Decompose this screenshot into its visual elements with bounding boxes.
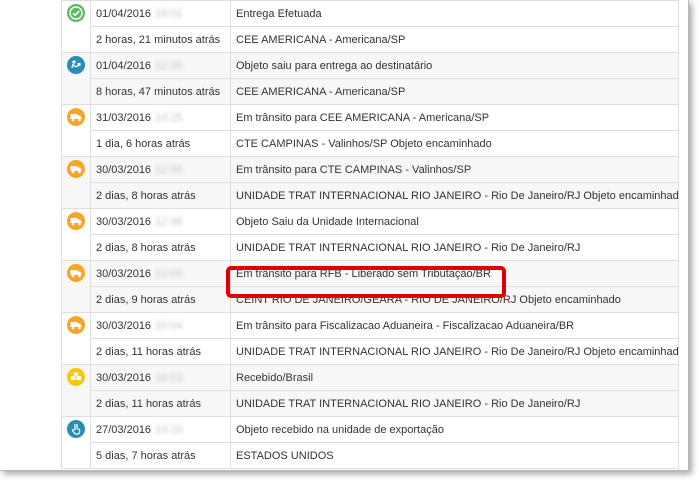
event-relative-time: 2 dias, 8 horas atrás (90, 234, 231, 261)
truck-icon (67, 316, 85, 334)
event-location: UNIDADE TRAT INTERNACIONAL RIO JANEIRO -… (230, 234, 679, 261)
check-icon (67, 4, 85, 22)
event-detail-row: 2 dias, 11 horas atrás UNIDADE TRAT INTER… (62, 338, 679, 365)
event-detail-row: 8 horas, 47 minutos atrás CEE AMERICANA -… (62, 78, 679, 105)
event-date: 30/03/2016 10:04 (90, 312, 231, 339)
event-location: UNIDADE TRAT INTERNACIONAL RIO JANEIRO -… (230, 338, 679, 365)
event-location: ESTADOS UNIDOS (230, 442, 679, 469)
event-icon-cell (61, 52, 91, 105)
truck-icon (67, 264, 85, 282)
event-status: Em trânsito para RFB - Liberado sem Trib… (230, 260, 679, 287)
event-icon-cell (61, 156, 91, 209)
event-location: CEE AMERICANA - Americana/SP (230, 26, 679, 53)
event-icon-cell (61, 416, 91, 469)
delivery-courier-icon (67, 56, 85, 74)
event-relative-time: 2 dias, 9 horas atrás (90, 286, 231, 313)
screenshot-frame: 01/04/2016 19:01 Entrega Efetuada 2 horas, … (0, 0, 689, 471)
event-relative-time: 8 horas, 47 minutos atrás (90, 78, 231, 105)
redacted-time: 10:03 (155, 371, 183, 384)
redacted-time: 12:05 (155, 267, 183, 280)
redacted-time: 12:50 (155, 163, 183, 176)
event-date: 30/03/2016 12:48 (90, 208, 231, 235)
event-detail-row: 5 dias, 7 horas atrás ESTADOS UNIDOS (62, 442, 679, 469)
event-detail-row: 2 dias, 8 horas atrás UNIDADE TRAT INTERN… (62, 182, 679, 209)
tracking-history-table: 01/04/2016 19:01 Entrega Efetuada 2 horas, … (61, 0, 679, 469)
event-row: 31/03/2016 14:25 Em trânsito para CEE AMER… (61, 104, 679, 157)
event-location: CTE CAMPINAS - Valinhos/SP Objeto encami… (230, 130, 679, 157)
event-relative-time: 2 dias, 11 horas atrás (90, 338, 231, 365)
event-row: 27/03/2016 13:20 Objeto recebido na unidad… (61, 416, 679, 469)
event-date: 30/03/2016 12:05 (90, 260, 231, 287)
event-detail-row: 2 dias, 8 horas atrás UNIDADE TRAT INTERN… (62, 234, 679, 261)
event-icon-cell (61, 260, 91, 313)
redacted-time: 10:04 (155, 319, 183, 332)
event-status: Em trânsito para CTE CAMPINAS - Valinhos… (230, 156, 679, 183)
redacted-time: 14:25 (155, 111, 183, 124)
event-icon-cell (61, 208, 91, 261)
event-status: Objeto recebido na unidade de exportação (230, 416, 679, 443)
event-date: 27/03/2016 13:20 (90, 416, 231, 443)
event-row: 30/03/2016 12:48 Objeto Saiu da Unidade In… (61, 208, 679, 261)
event-relative-time: 2 dias, 8 horas atrás (90, 182, 231, 209)
redacted-time: 19:01 (155, 7, 183, 20)
truck-icon (67, 108, 85, 126)
event-date: 01/04/2016 19:01 (90, 0, 231, 27)
truck-icon (67, 212, 85, 230)
event-date: 31/03/2016 14:25 (90, 104, 231, 131)
event-detail-row: 2 dias, 9 horas atrás CEINT RIO DE JANEIR… (62, 286, 679, 313)
event-row: 01/04/2016 12:35 Objeto saiu para entrega … (61, 52, 679, 105)
event-date: 30/03/2016 12:50 (90, 156, 231, 183)
event-icon-cell (61, 312, 91, 365)
event-location: UNIDADE TRAT INTERNACIONAL RIO JANEIRO -… (230, 182, 679, 209)
event-row: 30/03/2016 12:50 Em trânsito para CTE CAMP… (61, 156, 679, 209)
event-row: 30/03/2016 10:03 Recebido/Brasil (61, 364, 679, 417)
event-relative-time: 2 dias, 11 horas atrás (90, 390, 231, 417)
redacted-time: 13:20 (155, 423, 183, 436)
event-relative-time: 5 dias, 7 horas atrás (90, 442, 231, 469)
event-status: Entrega Efetuada (230, 0, 679, 27)
truck-icon (67, 160, 85, 178)
redacted-time: 12:35 (155, 59, 183, 72)
event-icon-cell (61, 364, 91, 417)
event-row: 01/04/2016 19:01 Entrega Efetuada (61, 0, 679, 53)
event-status: Objeto saiu para entrega ao destinatário (230, 52, 679, 79)
event-date: 01/04/2016 12:35 (90, 52, 231, 79)
event-status: Objeto Saiu da Unidade Internacional (230, 208, 679, 235)
boxes-icon (67, 368, 85, 386)
event-status: Recebido/Brasil (230, 364, 679, 391)
event-row: 30/03/2016 10:04 Em trânsito para Fiscaliz… (61, 312, 679, 365)
event-location: UNIDADE TRAT INTERNACIONAL RIO JANEIRO -… (230, 390, 679, 417)
event-status: Em trânsito para Fiscalizacao Aduaneira … (230, 312, 679, 339)
event-icon-cell (61, 0, 91, 53)
event-detail-row: 1 dia, 6 horas atrás CTE CAMPINAS - Valin… (62, 130, 679, 157)
event-status: Em trânsito para CEE AMERICANA - America… (230, 104, 679, 131)
event-location: CEINT RIO DE JANEIRO/GEARA - RIO DE JANE… (230, 286, 679, 313)
event-detail-row: 2 horas, 21 minutos atrás CEE AMERICANA -… (62, 26, 679, 53)
redacted-time: 12:48 (155, 215, 183, 228)
hand-pointer-icon (67, 420, 85, 438)
event-location: CEE AMERICANA - Americana/SP (230, 78, 679, 105)
event-icon-cell (61, 104, 91, 157)
event-relative-time: 1 dia, 6 horas atrás (90, 130, 231, 157)
event-relative-time: 2 horas, 21 minutos atrás (90, 26, 231, 53)
event-date: 30/03/2016 10:03 (90, 364, 231, 391)
event-row: 30/03/2016 12:05 Em trânsito para RFB - Li… (61, 260, 679, 313)
event-detail-row: 2 dias, 11 horas atrás UNIDADE TRAT INTER… (62, 390, 679, 417)
